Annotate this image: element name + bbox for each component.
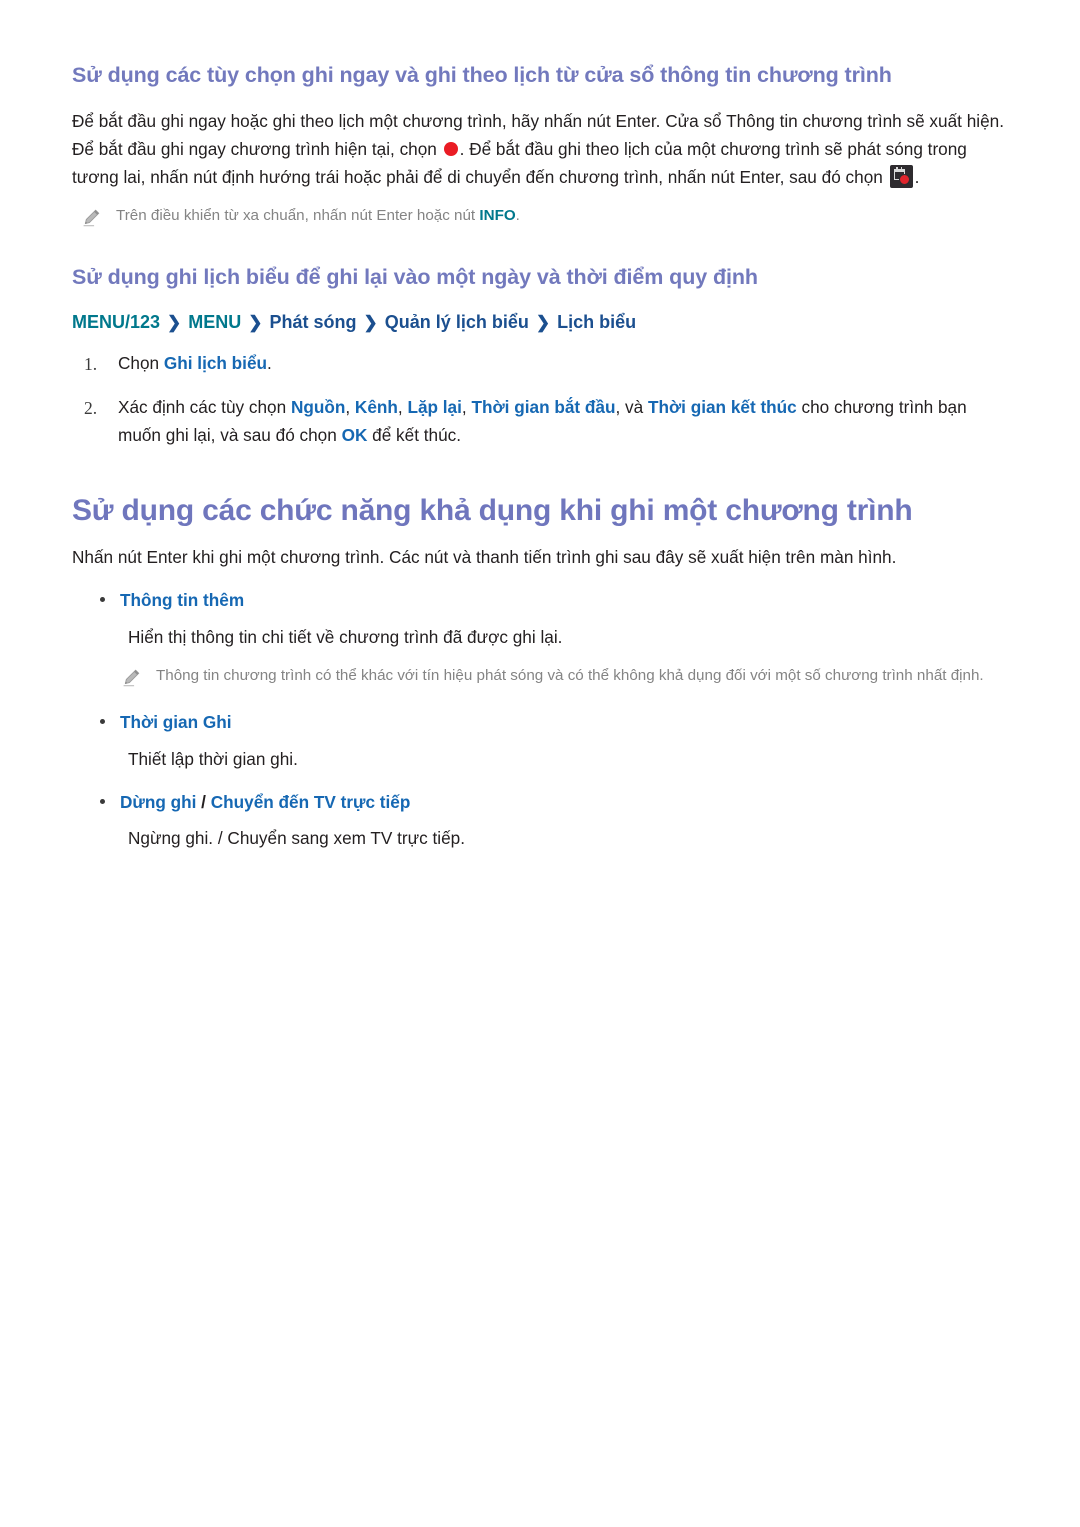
- step-term[interactable]: OK: [342, 425, 368, 445]
- step-number: 2.: [84, 398, 98, 419]
- step-term[interactable]: Kênh: [355, 397, 398, 417]
- pencil-icon: [120, 664, 146, 694]
- function-list: Thông tin thêm Hiển thị thông tin chi tiế…: [72, 588, 1008, 853]
- function-item-description: Hiển thị thông tin chi tiết về chương tr…: [128, 627, 563, 648]
- breadcrumb-separator: ❯: [363, 313, 378, 333]
- record-dot-icon: [443, 141, 458, 156]
- breadcrumb-item-1[interactable]: MENU/123: [72, 312, 160, 332]
- info-button-label: INFO: [479, 206, 516, 224]
- section-heading-schedule-recording: Sử dụng ghi lịch biểu để ghi lại vào một…: [72, 264, 758, 289]
- function-item: Thời gian Ghi: [72, 710, 1008, 736]
- step-text: ,: [345, 397, 355, 418]
- step-text: , và: [615, 397, 648, 418]
- breadcrumb-item-2[interactable]: MENU: [188, 312, 241, 332]
- label-separator: /: [196, 791, 211, 812]
- label-term[interactable]: Thông tin thêm: [120, 590, 244, 610]
- label-term[interactable]: Chuyển đến TV trực tiếp: [211, 792, 411, 812]
- step-term[interactable]: Nguồn: [291, 397, 345, 417]
- note-text-before: Trên điều khiển từ xa chuẩn, nhấn nút En…: [116, 206, 480, 224]
- function-item-description: Ngừng ghi. / Chuyển sang xem TV trực tiế…: [128, 828, 466, 849]
- bullet-dot-icon: [100, 597, 105, 603]
- section-heading-record-options: Sử dụng các tùy chọn ghi ngay và ghi the…: [72, 63, 892, 87]
- step-text: Xác định các tùy chọn: [118, 397, 291, 418]
- section3-intro: Nhấn nút Enter khi ghi một chương trình.…: [72, 547, 897, 568]
- pencil-icon: [80, 204, 106, 234]
- step-text: để kết thúc.: [367, 425, 462, 446]
- function-item-label[interactable]: Thời gian Ghi: [120, 710, 1008, 736]
- function-item-description: Thiết lập thời gian ghi.: [128, 748, 298, 769]
- breadcrumb-item-4[interactable]: Quản lý lịch biểu: [385, 312, 529, 332]
- step-term[interactable]: Thời gian bắt đầu: [471, 397, 615, 417]
- bullet-dot-icon: [100, 798, 105, 804]
- note-text-after: .: [515, 206, 520, 224]
- note-row-remote: Trên điều khiển từ xa chuẩn, nhấn nút En…: [80, 204, 1008, 234]
- step-text: Chọn: [118, 353, 164, 374]
- function-item: Dừng ghi / Chuyển đến TV trực tiếp: [72, 790, 1008, 816]
- breadcrumb-separator: ❯: [535, 313, 551, 333]
- note-row: Thông tin chương trình có thể khác với t…: [120, 664, 1008, 694]
- page-title: Sử dụng các chức năng khả dụng khi ghi m…: [72, 494, 913, 528]
- function-item-label[interactable]: Dừng ghi / Chuyển đến TV trực tiếp: [120, 790, 1008, 816]
- label-term[interactable]: Thời gian Ghi: [120, 712, 232, 732]
- section1-paragraph-part3: .: [914, 166, 920, 187]
- step-term[interactable]: Thời gian kết thúc: [648, 397, 797, 417]
- breadcrumb-separator: ❯: [167, 313, 182, 333]
- manual-page: Sử dụng các tùy chọn ghi ngay và ghi the…: [0, 0, 1080, 1527]
- label-term[interactable]: Dừng ghi: [120, 792, 196, 812]
- breadcrumb-item-5[interactable]: Lịch biểu: [557, 312, 636, 332]
- step-number: 1.: [84, 354, 98, 375]
- breadcrumb-item-3[interactable]: Phát sóng: [270, 312, 357, 332]
- schedule-record-icon: [889, 164, 913, 188]
- note-text: Thông tin chương trình có thể khác với t…: [156, 666, 984, 684]
- note-text-remote: Trên điều khiển từ xa chuẩn, nhấn nút En…: [116, 204, 520, 228]
- step-item: 1. Chọn Ghi lịch biểu.: [72, 350, 1008, 378]
- breadcrumb: MENU/123 ❯ MENU ❯ Phát sóng ❯ Quản lý lịch biể…: [72, 309, 1008, 336]
- function-item: Thông tin thêm: [72, 588, 1008, 614]
- step-text: .: [267, 353, 272, 374]
- step-item: 2. Xác định các tùy chọn Nguồn, Kênh, Lặp…: [72, 394, 1008, 450]
- function-item-label[interactable]: Thông tin thêm: [120, 588, 1008, 614]
- step-term[interactable]: Ghi lịch biểu: [164, 353, 267, 373]
- breadcrumb-separator: ❯: [248, 313, 263, 333]
- steps-list: 1. Chọn Ghi lịch biểu. 2. Xác định các tùy …: [72, 350, 1008, 450]
- page-content: Sử dụng các tùy chọn ghi ngay và ghi the…: [72, 62, 1008, 853]
- section1-paragraph: Để bắt đầu ghi ngay hoặc ghi theo lịch m…: [72, 108, 1008, 192]
- bullet-dot-icon: [100, 718, 105, 724]
- step-term[interactable]: Lặp lại: [407, 397, 461, 417]
